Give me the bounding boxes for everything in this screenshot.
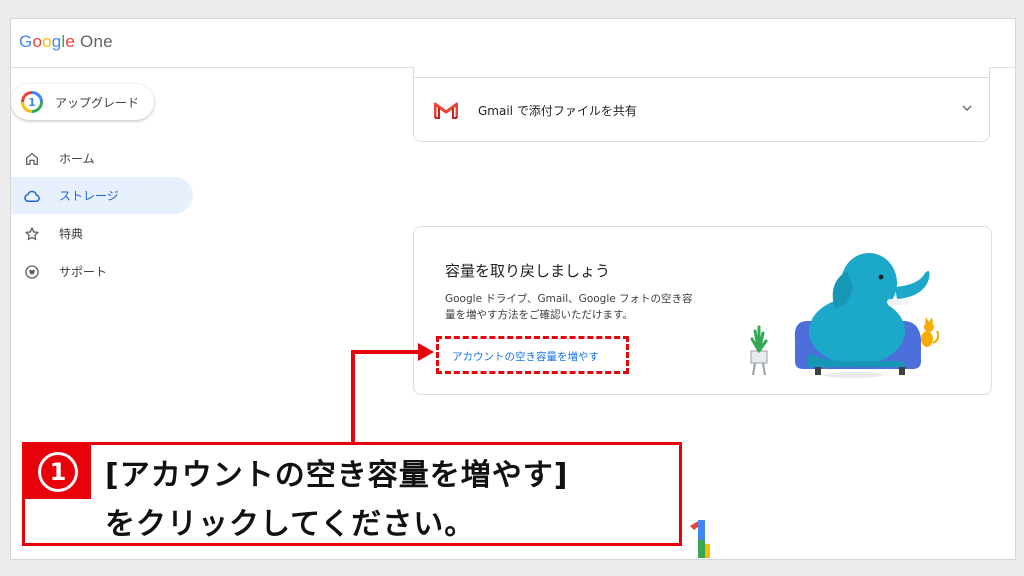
sidebar-item-support[interactable]: サポート [11,253,193,290]
google-one-logo[interactable]: Google One [19,32,113,52]
card-divider [414,77,989,78]
cloud-icon [23,187,41,205]
sidebar-item-label: サポート [59,265,108,279]
sidebar-item-home[interactable]: ホーム [11,140,193,177]
instruction-line-1: [アカウントの空き容量を増やす] [105,458,569,493]
top-bar: Google One [11,19,1015,68]
gmail-icon [433,101,459,123]
instruction-line-2: をクリックしてください。 [105,507,476,542]
upgrade-label: アップグレード [55,95,140,110]
home-icon [23,150,41,168]
sidebar-item-label: ストレージ [59,189,119,203]
card-description: Google ドライブ、Gmail、Google フォトの空き容量を増やす方法を… [445,293,693,321]
sidebar-item-storage[interactable]: ストレージ [11,177,193,214]
gmail-card-label: Gmail で添付ファイルを共有 [478,104,637,118]
gmail-share-card[interactable]: Gmail で添付ファイルを共有 [413,67,990,142]
instruction-callout: 1 [アカウントの空き容量を増やす] をクリックしてください。 [22,442,682,546]
step-number: 1 [38,452,78,492]
chevron-down-icon[interactable] [959,100,975,120]
sidebar-item-label: 特典 [59,227,84,241]
google-one-ring-icon: 1 [21,91,43,113]
annotation-arrow-vertical [351,350,355,444]
reclaim-storage-card: 容量を取り戻しましょう Google ドライブ、Gmail、Google フォト… [413,226,992,395]
sidebar-item-benefits[interactable]: 特典 [11,215,193,252]
google-one-logo-icon [690,520,710,558]
arrow-head-icon [418,343,434,361]
annotation-arrow-horizontal [351,350,423,354]
free-up-storage-link[interactable]: アカウントの空き容量を増やす [452,349,599,364]
upgrade-button[interactable]: 1 アップグレード [11,84,154,120]
card-title: 容量を取り戻しましょう [445,262,611,280]
sidebar-item-label: ホーム [59,152,95,166]
support-icon [23,263,41,281]
elephant-illustration-icon [750,253,939,378]
star-icon [23,225,41,243]
step-badge: 1 [25,445,91,499]
